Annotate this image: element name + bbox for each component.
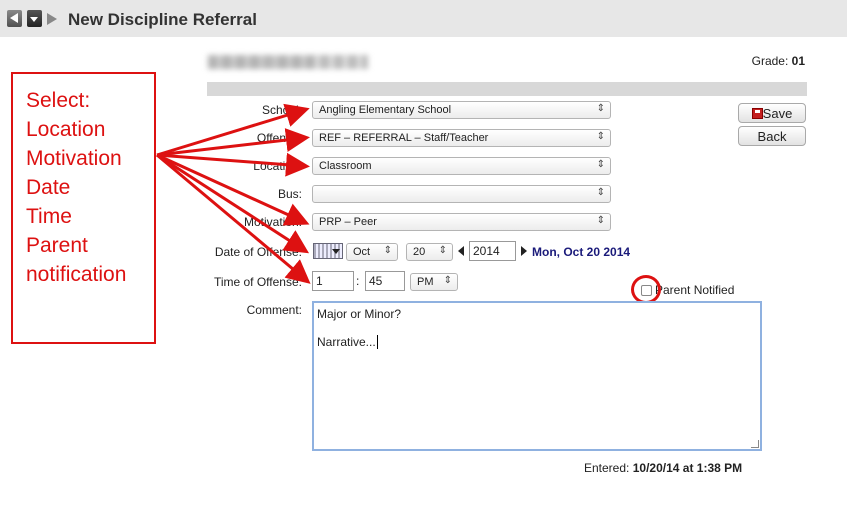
- header-divider: [207, 82, 807, 96]
- annotation-circle: [631, 275, 661, 304]
- comment-textarea[interactable]: Major or Minor? Narrative...: [312, 301, 762, 451]
- location-select-value: Classroom: [319, 160, 372, 172]
- back-button[interactable]: Back: [738, 126, 806, 146]
- location-select[interactable]: Classroom: [312, 157, 611, 175]
- save-icon: [751, 108, 763, 119]
- entered-value: 10/20/14 at 1:38 PM: [632, 461, 743, 475]
- school-label: School:: [261, 103, 302, 117]
- grade-value: 01: [791, 54, 805, 68]
- year-decrement-arrow-icon[interactable]: [458, 246, 464, 256]
- parent-notified-label[interactable]: Parent Notified: [655, 283, 734, 297]
- resize-handle-icon[interactable]: [751, 440, 759, 448]
- school-select-value: Angling Elementary School: [319, 104, 452, 116]
- grade-indicator: Grade: 01: [752, 54, 805, 68]
- date-month-value: Oct: [353, 246, 371, 258]
- motivation-select[interactable]: PRP – Peer: [312, 213, 611, 231]
- comment-line: Narrative...: [317, 335, 757, 349]
- calendar-icon[interactable]: [313, 243, 343, 259]
- date-display: Mon, Oct 20 2014: [532, 245, 631, 259]
- grade-label: Grade:: [751, 54, 789, 68]
- date-label: Date of Offense:: [214, 245, 302, 259]
- location-label: Location:: [253, 159, 302, 173]
- bus-label: Bus:: [277, 187, 302, 201]
- title-bar: New Discipline Referral: [0, 0, 847, 37]
- motivation-label: Motivation:: [243, 215, 302, 229]
- school-select[interactable]: Angling Elementary School: [312, 101, 611, 119]
- dropdown-menu-icon[interactable]: [27, 10, 42, 27]
- time-hour-input[interactable]: 1: [312, 271, 354, 291]
- back-button-label: Back: [757, 129, 787, 144]
- comment-narrative: Narrative...: [317, 335, 376, 349]
- entered-timestamp: Entered: 10/20/14 at 1:38 PM: [584, 461, 742, 475]
- page-title: New Discipline Referral: [68, 10, 257, 29]
- time-ampm-value: PM: [417, 276, 434, 288]
- year-increment-arrow-icon[interactable]: [521, 246, 527, 256]
- annotation-callout-box: Select: Location Motivation Date Time Pa…: [11, 72, 156, 344]
- time-minute-input[interactable]: 45: [365, 271, 405, 291]
- annotation-callout-text: Select: Location Motivation Date Time Pa…: [26, 89, 127, 286]
- comment-line-blank: [317, 321, 757, 335]
- offense-label: Offense:: [256, 131, 302, 145]
- time-colon: :: [356, 274, 360, 288]
- motivation-select-value: PRP – Peer: [319, 216, 377, 228]
- forward-arrow-icon[interactable]: [47, 13, 57, 25]
- comment-label: Comment:: [246, 303, 302, 317]
- offense-select[interactable]: REF – REFERRAL – Staff/Teacher: [312, 129, 611, 147]
- date-day-value: 20: [413, 246, 426, 258]
- time-label: Time of Offense:: [213, 275, 302, 289]
- time-ampm-select[interactable]: PM: [410, 273, 458, 291]
- date-day-select[interactable]: 20: [406, 243, 453, 261]
- entered-label: Entered:: [584, 461, 630, 475]
- student-name-blurred: ▒▒▒▒▒▒▒ ▒▒▒▒▒: [208, 55, 368, 69]
- date-month-select[interactable]: Oct: [346, 243, 398, 261]
- save-button-label: Save: [762, 106, 793, 121]
- back-arrow-icon[interactable]: [7, 10, 22, 27]
- save-button[interactable]: Save: [738, 103, 806, 123]
- bus-select[interactable]: [312, 185, 611, 203]
- text-cursor: [376, 335, 378, 349]
- date-year-input[interactable]: 2014: [469, 241, 516, 261]
- comment-line: Major or Minor?: [317, 307, 402, 321]
- offense-select-value: REF – REFERRAL – Staff/Teacher: [319, 132, 489, 144]
